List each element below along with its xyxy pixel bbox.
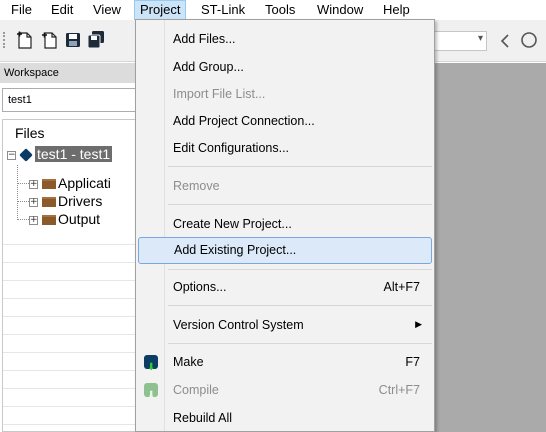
workspace-tree: Files − test1 - test1 + Applicati + Drivers… — [2, 119, 147, 432]
menu-item-compile: ⬇ Compile Ctrl+F7 — [138, 378, 432, 402]
group-label: Drivers — [58, 193, 103, 209]
toolbar-grip[interactable] — [3, 32, 5, 48]
tree-header-files: Files — [15, 125, 45, 141]
menu-item-label: Options... — [173, 280, 227, 294]
menu-item-label: Rebuild All — [173, 411, 233, 425]
menu-item-import-file-list: Import File List... — [138, 82, 432, 106]
save-icon[interactable] — [63, 29, 83, 51]
menu-item-options[interactable]: Options... Alt+F7 — [138, 275, 432, 299]
menu-project[interactable]: Project — [134, 0, 187, 20]
project-icon — [19, 148, 33, 163]
menu-item-shortcut: Ctrl+F7 — [378, 383, 420, 397]
menu-item-label: Add Files... — [173, 32, 236, 46]
row-divider — [3, 316, 146, 317]
menu-item-rebuild-all[interactable]: Rebuild All — [138, 406, 432, 430]
expand-icon[interactable]: + — [29, 197, 38, 207]
menu-window[interactable]: Window — [312, 0, 368, 20]
menu-separator — [168, 166, 432, 167]
menu-item-add-existing-project[interactable]: Add Existing Project... — [138, 237, 432, 264]
menu-item-create-new-project[interactable]: Create New Project... — [138, 212, 432, 236]
tree-project[interactable]: − test1 - test1 — [7, 145, 113, 163]
tree-connector — [17, 183, 29, 184]
row-divider — [3, 352, 146, 353]
menu-item-label: Create New Project... — [173, 217, 292, 231]
workspace-panel: Workspace test1 Files − test1 - test1 + Ap… — [0, 63, 147, 432]
menu-item-remove: Remove — [138, 174, 432, 198]
row-divider — [3, 298, 146, 299]
chevron-down-icon: ▾ — [477, 33, 483, 44]
collapse-icon[interactable]: − — [7, 150, 16, 160]
save-all-icon[interactable] — [86, 29, 106, 51]
menu-item-version-control-system[interactable]: Version Control System ▶ — [138, 313, 432, 337]
menu-separator — [168, 343, 432, 344]
expand-icon[interactable]: + — [29, 215, 38, 225]
row-divider — [3, 244, 146, 245]
menu-file[interactable]: File — [6, 0, 37, 20]
menu-item-make[interactable]: ⬇ Make F7 — [138, 350, 432, 374]
menu-item-label: Compile — [173, 383, 219, 397]
menu-item-label: Remove — [173, 179, 220, 193]
menu-st-link[interactable]: ST-Link — [196, 0, 250, 20]
compile-icon: ⬇ — [144, 383, 158, 401]
menu-separator — [168, 204, 432, 205]
menu-item-label: Add Existing Project... — [174, 243, 297, 257]
project-label: test1 - test1 — [35, 146, 113, 162]
configuration-select[interactable]: test1 — [2, 88, 147, 112]
menu-item-shortcut: F7 — [405, 355, 420, 369]
menu-item-label: Version Control System — [173, 318, 304, 332]
back-arrow-icon[interactable] — [495, 30, 515, 52]
submenu-arrow-icon: ▶ — [415, 320, 422, 330]
workspace-title: Workspace — [0, 63, 145, 83]
expand-icon[interactable]: + — [29, 179, 38, 189]
make-icon: ⬇ — [144, 355, 158, 373]
menu-item-shortcut: Alt+F7 — [383, 280, 420, 294]
row-divider — [3, 262, 146, 263]
menu-item-add-project-connection[interactable]: Add Project Connection... — [138, 109, 432, 133]
menu-item-add-group[interactable]: Add Group... — [138, 55, 432, 79]
row-divider — [3, 424, 146, 425]
menu-item-label: Import File List... — [173, 87, 266, 101]
menu-item-edit-configurations[interactable]: Edit Configurations... — [138, 136, 432, 160]
project-menu: Add Files... Add Group... Import File Li… — [135, 19, 435, 432]
menu-item-label: Add Project Connection... — [173, 114, 315, 128]
search-icon[interactable] — [518, 30, 538, 52]
menu-item-label: Add Group... — [173, 60, 244, 74]
menu-tools[interactable]: Tools — [260, 0, 300, 20]
menu-bar: File Edit View Project ST-Link Tools Win… — [0, 0, 546, 20]
group-label: Output — [58, 211, 101, 227]
menu-item-label: Edit Configurations... — [173, 141, 290, 155]
menu-view[interactable]: View — [88, 0, 126, 20]
menu-item-add-files[interactable]: Add Files... — [138, 27, 432, 51]
tree-group-application[interactable]: + Applicati — [29, 174, 111, 192]
editor-area — [435, 63, 546, 432]
menu-edit[interactable]: Edit — [46, 0, 78, 20]
tree-connector — [17, 201, 29, 202]
menu-help[interactable]: Help — [378, 0, 415, 20]
folder-icon — [42, 215, 56, 226]
new-file-icon[interactable] — [15, 29, 35, 51]
menu-item-label: Make — [173, 355, 204, 369]
tree-group-output[interactable]: + Output — [29, 210, 100, 228]
row-divider — [3, 334, 146, 335]
menu-separator — [168, 305, 432, 306]
row-divider — [3, 280, 146, 281]
group-label: Applicati — [58, 175, 111, 191]
tree-group-drivers[interactable]: + Drivers — [29, 192, 102, 210]
new-workspace-icon[interactable] — [40, 29, 60, 51]
menu-separator — [168, 269, 432, 270]
folder-icon — [42, 197, 56, 208]
tree-connector — [17, 165, 18, 220]
row-divider — [3, 406, 146, 407]
row-divider — [3, 370, 146, 371]
row-divider — [3, 388, 146, 389]
folder-icon — [42, 179, 56, 190]
tree-connector — [17, 219, 29, 220]
